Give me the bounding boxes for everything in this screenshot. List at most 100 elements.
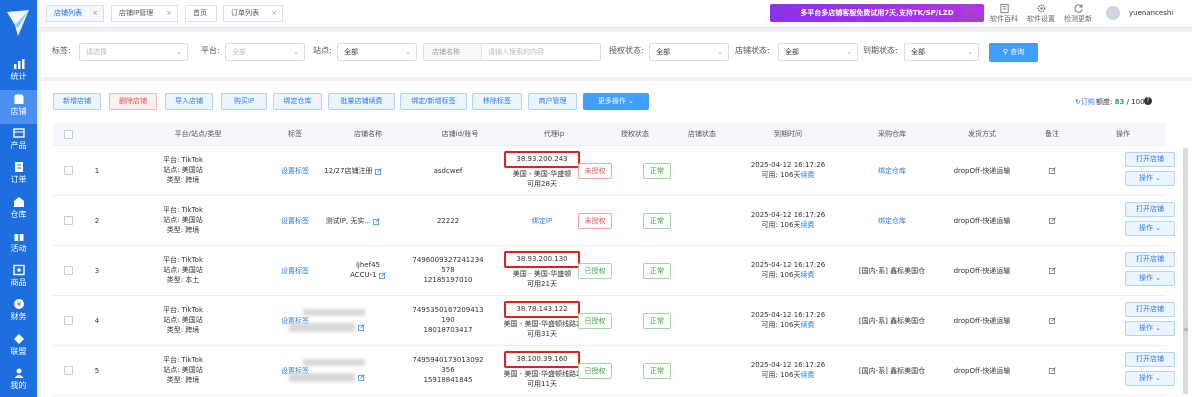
site-select[interactable]: 全部 ⌄ (337, 43, 417, 61)
collapse-icon[interactable]: « (1183, 325, 1191, 337)
account-manager-button[interactable]: 客户经理 (951, 3, 983, 24)
tag-select[interactable]: 请选择 ⌄ (79, 43, 188, 61)
sidebar-item-3[interactable]: 订单 (0, 158, 37, 192)
edit-icon[interactable] (378, 271, 386, 279)
store-name-input[interactable]: 请输入搜索的内容 (488, 44, 544, 60)
store-name-search[interactable]: 店铺名称 请输入搜索的内容 (423, 43, 601, 61)
edit-remark-icon[interactable] (1048, 166, 1056, 174)
scrollbar[interactable] (1183, 148, 1188, 394)
proxy-ip-days: 可用28天 (527, 180, 557, 188)
sidebar-item-2[interactable]: 产品 (0, 124, 37, 158)
proxy-ip[interactable]: 38.93.200.243 (504, 151, 580, 168)
open-store-button[interactable]: 打开店铺 (1125, 352, 1175, 367)
store-status-select[interactable]: 全部 ⌄ (778, 43, 858, 61)
renew-link[interactable]: 续费 (800, 271, 814, 279)
edit-remark-icon[interactable] (1048, 366, 1056, 374)
renew-link[interactable]: 续费 (800, 321, 814, 329)
row-checkbox[interactable] (64, 366, 73, 375)
chevron-down-icon: ⌄ (176, 48, 182, 56)
sidebar-item-4[interactable]: 仓库 (0, 193, 37, 227)
top-bar: 店铺列表 × 店铺IP管理 × 首页 订单列表 × 多平台多店铺客服免费试用7天,支持… (37, 0, 1192, 28)
platform-info: 平台: TikTok 站点: 美国站 类型: 跨境 (148, 305, 218, 335)
close-icon[interactable]: × (271, 6, 277, 21)
proxy-ip[interactable]: 38.78.143.122 (504, 301, 580, 318)
avatar[interactable] (1106, 6, 1120, 20)
store-status-badge: 正常 (643, 363, 671, 379)
sidebar-item-9[interactable]: 我的 (0, 364, 37, 397)
row-checkbox[interactable] (64, 266, 73, 275)
row-checkbox[interactable] (64, 216, 73, 225)
row-actions-button[interactable]: 操作 ⌄ (1125, 321, 1175, 336)
tab-store-ip[interactable]: 店铺IP管理 × (111, 5, 178, 22)
sidebar-item-6[interactable]: 商品 (0, 261, 37, 295)
remove-tag-button[interactable]: 移除标签 (472, 93, 522, 110)
site-filter-label: 站点: (313, 46, 332, 55)
platform-select[interactable]: 全部 ⌄ (225, 43, 305, 61)
proxy-ip[interactable]: 38.93.200.130 (504, 251, 580, 268)
batch-renew-button[interactable]: 批量店铺续费 (328, 93, 395, 110)
row-checkbox[interactable] (64, 166, 73, 175)
help-icon[interactable]: ? (1144, 97, 1152, 105)
edit-remark-icon[interactable] (1048, 316, 1056, 324)
sidebar-item-0[interactable]: 统计 (0, 55, 37, 89)
software-wiki-button[interactable]: 软件百科 (988, 3, 1020, 24)
bind-ip-link[interactable]: 绑定IP (509, 216, 575, 226)
more-actions-button[interactable]: 更多操作 ⌄ (583, 93, 649, 110)
tab-home[interactable]: 首页 (185, 5, 217, 22)
row-actions-button[interactable]: 操作 ⌄ (1125, 371, 1175, 386)
edit-icon[interactable] (357, 373, 365, 381)
tab-order-list[interactable]: 订单列表 × (223, 5, 283, 22)
edit-icon[interactable] (374, 167, 382, 175)
query-button[interactable]: ⚲ 查询 (989, 43, 1038, 62)
close-icon[interactable]: × (92, 6, 98, 21)
bind-tag-button[interactable]: 绑定/新增标签 (400, 93, 467, 110)
sidebar-item-1[interactable]: 店铺 (0, 90, 37, 124)
renew-link[interactable]: 续费 (800, 371, 814, 379)
open-store-button[interactable]: 打开店铺 (1125, 302, 1175, 317)
import-store-button[interactable]: 导入店铺 (165, 93, 213, 110)
check-update-button[interactable]: 检测更新 (1062, 3, 1094, 24)
proxy-ip[interactable]: 38.100.39.160 (504, 351, 580, 368)
select-all-checkbox[interactable] (64, 130, 73, 139)
renew-link[interactable]: 续费 (800, 171, 814, 179)
edit-remark-icon[interactable] (1048, 216, 1056, 224)
edit-icon[interactable] (373, 217, 381, 225)
days-left: 可用: 106天 (761, 321, 801, 329)
store-id-text: 7496009327241234 (412, 256, 484, 264)
add-store-button[interactable]: 新增店铺 (53, 93, 101, 110)
row-checkbox[interactable] (64, 316, 73, 325)
remark (1046, 315, 1058, 325)
sidebar-item-7[interactable]: ¥ 财务 (0, 295, 37, 329)
buy-ip-button[interactable]: 购买IP (221, 93, 267, 110)
username[interactable]: yuenanceshi (1129, 9, 1173, 17)
select-value: 请选择 (86, 48, 107, 56)
ship-method: dropOff-快递运输 (953, 167, 1011, 175)
edit-remark-icon[interactable] (1048, 266, 1056, 274)
column-header: 平台/站点/类型 (174, 130, 222, 138)
row-actions-label: 操作 (1138, 274, 1153, 282)
open-store-button[interactable]: 打开店铺 (1125, 252, 1175, 267)
expire-select[interactable]: 全部 ⌄ (904, 43, 979, 61)
edit-icon[interactable] (357, 323, 365, 331)
subscribe-link[interactable]: ↻订购 (1075, 97, 1095, 107)
merchant-manage-button[interactable]: 商户管理 (528, 93, 577, 110)
row-actions-button[interactable]: 操作 ⌄ (1125, 171, 1175, 186)
site-text: 站点: 美国站 (163, 366, 203, 374)
tab-store-list[interactable]: 店铺列表 × (46, 5, 104, 22)
row-actions-button[interactable]: 操作 ⌄ (1125, 271, 1175, 286)
set-tag-link[interactable]: 设置标签 (265, 266, 325, 276)
site-text: 站点: 美国站 (163, 316, 203, 324)
auth-select[interactable]: 全部 ⌄ (649, 43, 729, 61)
store-name-prefix[interactable]: 店铺名称 (424, 44, 482, 60)
software-settings-button[interactable]: 软件设置 (1025, 3, 1057, 24)
bind-warehouse-button[interactable]: 绑定仓库 (273, 93, 322, 110)
renew-link[interactable]: 续费 (800, 221, 814, 229)
row-actions-button[interactable]: 操作 ⌄ (1125, 221, 1175, 236)
open-store-button[interactable]: 打开店铺 (1125, 202, 1175, 217)
sidebar-item-8[interactable]: 联盟 (0, 330, 37, 364)
open-store-button[interactable]: 打开店铺 (1125, 152, 1175, 167)
sidebar-item-label: 活动 (10, 244, 27, 253)
close-icon[interactable]: × (166, 6, 172, 21)
sidebar-item-5[interactable]: 活动 (0, 227, 37, 261)
delete-store-button[interactable]: 删除店铺 (109, 93, 157, 110)
